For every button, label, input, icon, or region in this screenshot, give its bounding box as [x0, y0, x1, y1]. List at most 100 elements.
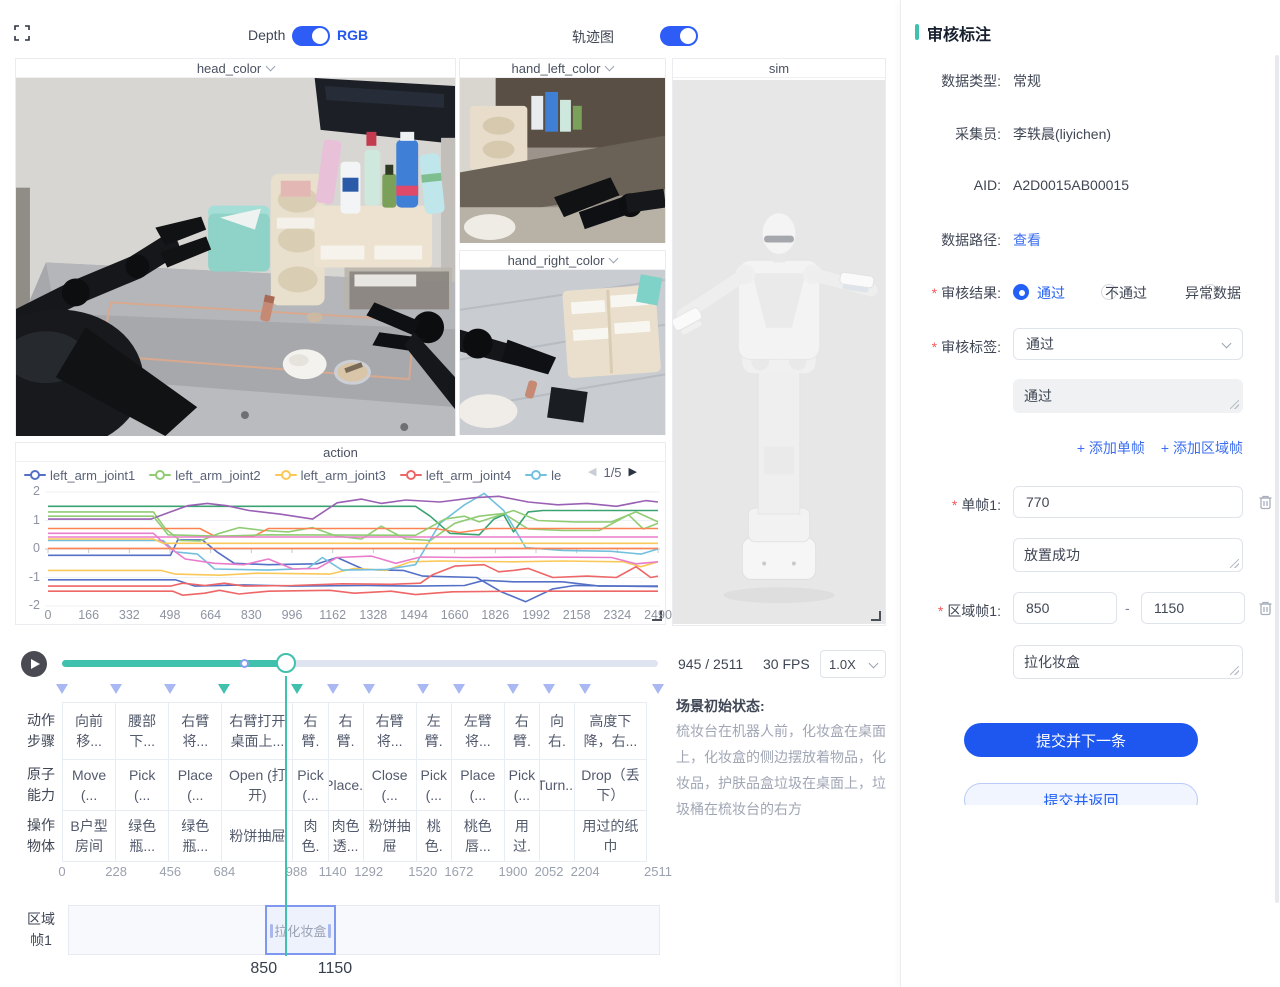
object-row-cell[interactable]: 绿色瓶... — [115, 810, 169, 862]
timeline-marker[interactable] — [218, 684, 230, 694]
head-color-header[interactable]: head_color — [16, 59, 455, 78]
resize-grip-icon[interactable] — [1230, 400, 1239, 409]
add-region-frame-link[interactable]: + 添加区域帧 — [1161, 438, 1243, 458]
timeline-marker[interactable] — [453, 684, 465, 694]
delete-region-frame-icon[interactable] — [1258, 600, 1273, 621]
timeline-marker[interactable] — [291, 684, 303, 694]
fullscreen-icon[interactable] — [14, 25, 30, 46]
step-row-cell[interactable]: 左臂. — [416, 702, 452, 760]
tag-note-textarea[interactable]: 通过 — [1013, 379, 1243, 413]
object-row-cell[interactable]: 粉饼抽屉 — [363, 810, 417, 862]
timeline-marker[interactable] — [327, 684, 339, 694]
legend-item-left_arm_joint4[interactable]: left_arm_joint4 — [400, 468, 511, 483]
step-row-cell[interactable]: 右臂将... — [363, 702, 417, 760]
timeline-marker[interactable] — [56, 684, 68, 694]
hand-left-header[interactable]: hand_left_color — [460, 59, 665, 78]
sim-header[interactable]: sim — [673, 59, 885, 78]
object-row-cell[interactable]: 肉色. — [292, 810, 328, 862]
timeline-marker[interactable] — [164, 684, 176, 694]
timeline-marker[interactable] — [110, 684, 122, 694]
submit-next-button[interactable]: 提交并下一条 — [964, 723, 1198, 757]
step-row-cell[interactable]: 右臂. — [328, 702, 364, 760]
region-start-input[interactable]: 850 — [1013, 592, 1117, 624]
atom-row-cell[interactable]: Move (... — [62, 759, 116, 811]
atom-row-cell[interactable]: Open (打开) — [221, 759, 293, 811]
panel-scrollbar[interactable] — [1275, 55, 1279, 903]
single-frame-note-textarea[interactable]: 放置成功 — [1013, 538, 1243, 572]
object-row-cell[interactable]: 肉色透... — [328, 810, 364, 862]
add-single-frame-link[interactable]: + 添加单帧 — [1077, 438, 1145, 458]
step-row-cell[interactable]: 向右. — [539, 702, 575, 760]
step-row-cell[interactable]: 向前移... — [62, 702, 116, 760]
atom-row-cell[interactable]: Pick (... — [504, 759, 540, 811]
atom-row-cell[interactable]: Pick (... — [416, 759, 452, 811]
action-chart-plot[interactable] — [15, 488, 666, 610]
timeline-marker[interactable] — [363, 684, 375, 694]
delete-single-frame-icon[interactable] — [1258, 494, 1273, 515]
single-frame-input[interactable]: 770 — [1013, 486, 1243, 518]
region-frame-track[interactable]: 拉化妆盒 — [68, 905, 660, 955]
timeline-marker[interactable] — [543, 684, 555, 694]
object-row-cell[interactable]: B户型房间 — [62, 810, 116, 862]
step-row-cell[interactable]: 左臂将... — [451, 702, 505, 760]
tag-select[interactable]: 通过 — [1013, 328, 1243, 360]
timeline-marker[interactable] — [579, 684, 591, 694]
region-end-input[interactable]: 1150 — [1141, 592, 1245, 624]
hand-right-header[interactable]: hand_right_color — [460, 251, 665, 270]
legend-item-left_arm_joint2[interactable]: left_arm_joint2 — [149, 468, 260, 483]
playback-slider-handle[interactable] — [276, 653, 296, 673]
submit-back-button[interactable]: 提交并返回 — [964, 783, 1198, 805]
object-row-cell[interactable]: 用过的纸巾 — [574, 810, 647, 862]
play-button[interactable] — [21, 651, 47, 677]
speed-select[interactable]: 1.0X — [820, 650, 886, 678]
timeline-marker[interactable] — [417, 684, 429, 694]
trajectory-toggle[interactable] — [660, 26, 698, 46]
submit-back-label: 提交并返回 — [1043, 790, 1118, 806]
depth-rgb-toggle[interactable] — [292, 26, 330, 46]
object-row-cell[interactable]: 绿色瓶... — [168, 810, 222, 862]
object-row-cell[interactable]: 桃色唇... — [451, 810, 505, 862]
range-right-handle[interactable] — [328, 924, 331, 938]
radio-abnormal-label[interactable]: 异常数据 — [1185, 283, 1241, 303]
atom-row-cell[interactable]: Drop（丢下） — [574, 759, 647, 811]
legend-item-le[interactable]: le — [525, 468, 561, 483]
radio-fail-label[interactable]: 不通过 — [1105, 283, 1147, 303]
atom-row-cell[interactable]: Close (... — [363, 759, 417, 811]
region-range-box[interactable]: 拉化妆盒 — [265, 905, 336, 955]
step-row-cell[interactable]: 高度下降，右... — [574, 702, 647, 760]
object-row-cell[interactable]: 粉饼抽屉 — [221, 810, 293, 862]
x-tick-label: 498 — [148, 608, 192, 622]
data-path-view-link[interactable]: 查看 — [1013, 230, 1041, 250]
radio-pass[interactable] — [1013, 284, 1029, 300]
step-row-cell[interactable]: 右臂打开桌面上... — [221, 702, 293, 760]
step-row-cell[interactable]: 右臂. — [292, 702, 328, 760]
legend-item-left_arm_joint3[interactable]: left_arm_joint3 — [275, 468, 386, 483]
timeline-marker[interactable] — [652, 684, 664, 694]
atom-row-cell[interactable]: Pick (... — [115, 759, 169, 811]
legend-next-icon[interactable]: ▶ — [629, 467, 637, 478]
object-row-cell[interactable]: 用过. — [504, 810, 540, 862]
radio-pass-label[interactable]: 通过 — [1037, 283, 1065, 303]
object-row-cell[interactable] — [539, 810, 575, 862]
atom-row-cell[interactable]: Place.. — [328, 759, 364, 811]
atom-row-cell[interactable]: Turn... — [539, 759, 575, 811]
atom-row-cell[interactable]: Place (... — [168, 759, 222, 811]
step-row-cell[interactable]: 腰部下... — [115, 702, 169, 760]
y-tick-label: -1 — [16, 570, 40, 584]
step-row-cell[interactable]: 右臂. — [504, 702, 540, 760]
region-note-textarea[interactable]: 拉化妆盒 — [1013, 645, 1243, 679]
resize-handle-icon[interactable] — [871, 611, 881, 621]
region-note-value: 拉化妆盒 — [1024, 652, 1080, 672]
legend-prev-icon[interactable]: ◀ — [588, 467, 596, 478]
atom-row-cell[interactable]: Place (... — [451, 759, 505, 811]
atom-row-cell[interactable]: Pick (... — [292, 759, 328, 811]
object-row-cell[interactable]: 桃色. — [416, 810, 452, 862]
resize-grip-icon[interactable] — [1230, 559, 1239, 568]
timeline-marker[interactable] — [507, 684, 519, 694]
resize-grip-icon[interactable] — [1230, 666, 1239, 675]
legend-item-left_arm_joint1[interactable]: left_arm_joint1 — [24, 468, 135, 483]
step-row-cell[interactable]: 右臂将... — [168, 702, 222, 760]
x-tick-label: 664 — [189, 608, 233, 622]
frame-scale-label: 1672 — [434, 864, 484, 879]
range-left-handle[interactable] — [270, 924, 273, 938]
